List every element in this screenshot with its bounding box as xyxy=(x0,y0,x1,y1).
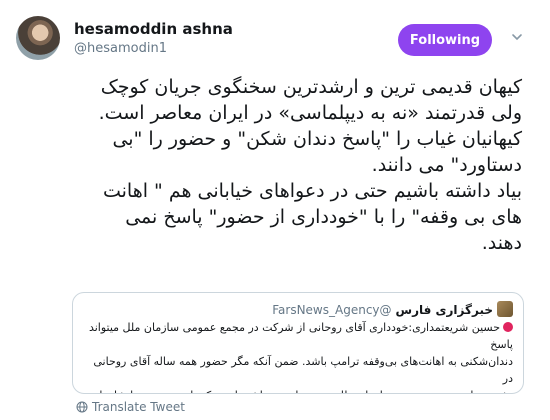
quoted-tweet-text: حسین شریعتمداری:خودداری آقای روحانی از ش… xyxy=(88,321,513,393)
red-circle-icon xyxy=(503,322,513,332)
translate-tweet-label[interactable]: Translate Tweet xyxy=(92,400,185,414)
tweet-text: کیهان قدیمی ترین و ارشدترین سخنگوی جریان… xyxy=(98,76,522,254)
quoted-author-name: خبرگزاری فارس xyxy=(395,303,493,317)
author-handle[interactable]: @hesamodin1 xyxy=(74,41,167,56)
quoted-tweet-header: خبرگزاری فارس@FarsNews_Agency xyxy=(272,301,513,317)
quoted-tweet-body: حسین شریعتمداری:خودداری آقای روحانی از ش… xyxy=(83,319,513,393)
quoted-author-logo xyxy=(497,301,513,317)
quoted-tweet[interactable]: خبرگزاری فارس@FarsNews_Agency حسین شریعت… xyxy=(72,292,524,394)
quoted-author-handle: @FarsNews_Agency xyxy=(272,303,392,317)
author-name[interactable]: hesamoddin ashna xyxy=(74,20,233,38)
translate-tweet-link[interactable]: Translate Tweet xyxy=(76,400,185,414)
avatar[interactable] xyxy=(16,16,60,60)
tweet-header: hesamoddin ashna @hesamodin1 Following xyxy=(16,14,534,64)
chevron-down-icon[interactable] xyxy=(510,30,524,44)
globe-icon xyxy=(76,401,88,413)
following-button[interactable]: Following xyxy=(398,24,492,56)
